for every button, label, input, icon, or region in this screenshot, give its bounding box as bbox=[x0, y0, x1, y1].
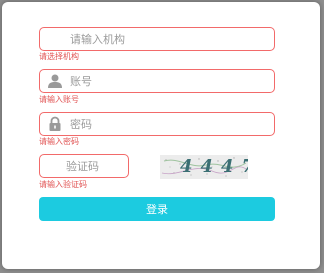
account-field[interactable] bbox=[39, 69, 275, 93]
login-card: 请选择机构 请输入账号 请输入密码 请输入验证码 bbox=[2, 2, 320, 269]
password-error: 请输入密码 bbox=[39, 137, 79, 146]
captcha-image[interactable]: 4447 bbox=[160, 155, 248, 179]
captcha-text: 4447 bbox=[180, 156, 248, 177]
password-input[interactable] bbox=[70, 117, 274, 131]
password-field[interactable] bbox=[39, 112, 275, 136]
lock-icon bbox=[40, 113, 70, 135]
captcha-field-spacer bbox=[40, 155, 66, 177]
org-input[interactable] bbox=[70, 32, 274, 46]
account-error: 请输入账号 bbox=[39, 95, 79, 104]
login-button[interactable]: 登录 bbox=[39, 197, 275, 221]
user-icon bbox=[40, 70, 70, 92]
captcha-field[interactable] bbox=[39, 154, 129, 178]
captcha-error: 请输入验证码 bbox=[39, 180, 87, 189]
org-error: 请选择机构 bbox=[39, 52, 79, 61]
org-field-spacer bbox=[40, 28, 70, 50]
org-field[interactable] bbox=[39, 27, 275, 51]
account-input[interactable] bbox=[70, 74, 274, 88]
captcha-input[interactable] bbox=[66, 159, 128, 173]
